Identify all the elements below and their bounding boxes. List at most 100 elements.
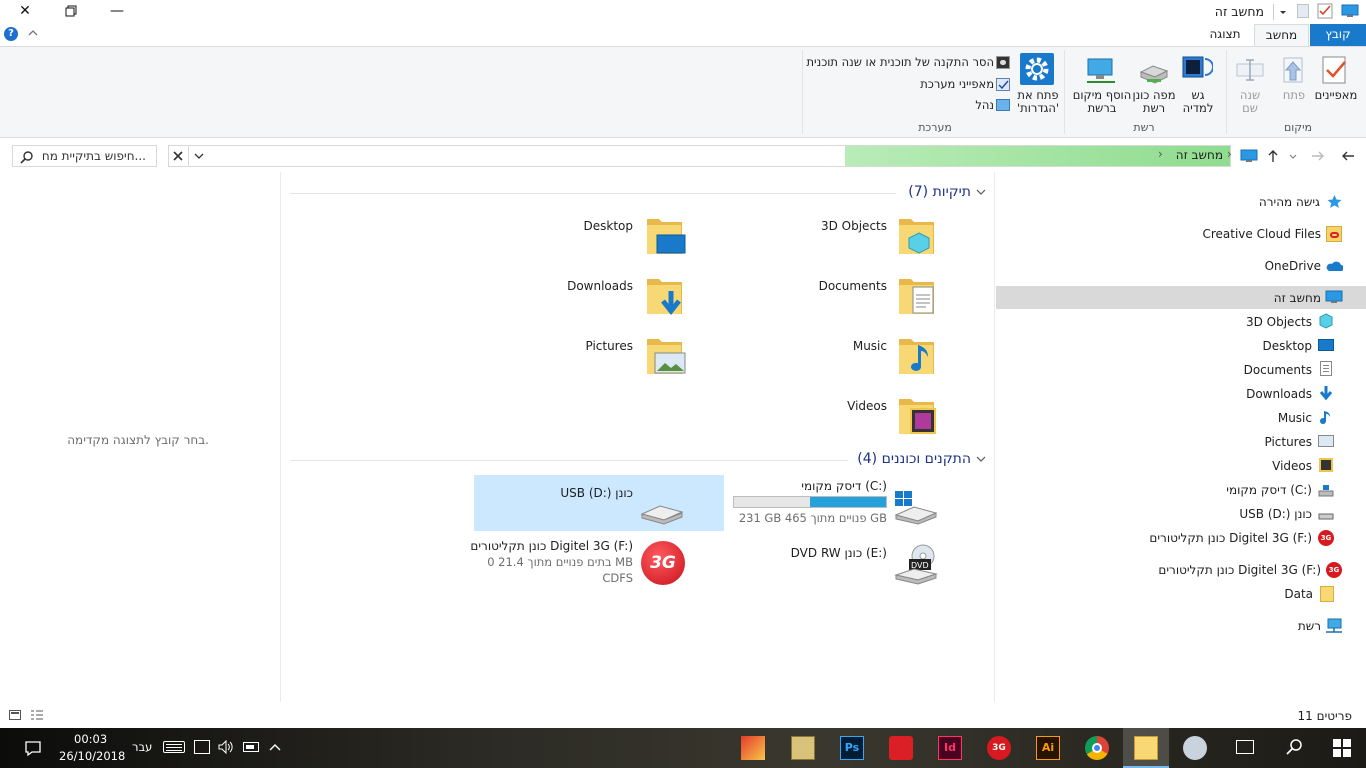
tab-file[interactable]: קובץ — [1310, 24, 1366, 46]
app-icon[interactable] — [1183, 736, 1207, 760]
nav-pictures[interactable]: Pictures — [1264, 435, 1312, 449]
breadcrumb-chevron-icon[interactable]: › — [1227, 147, 1232, 161]
network-group-label: רשת — [1133, 121, 1155, 134]
folder-music[interactable]: Music — [853, 339, 887, 353]
language-indicator[interactable]: עבר — [132, 740, 152, 754]
chrome-icon[interactable] — [1085, 736, 1109, 760]
manage-button[interactable]: נהל — [975, 98, 994, 112]
folder-pictures[interactable]: Pictures — [585, 339, 633, 353]
nav-this-pc[interactable]: מחשב זה — [1274, 291, 1321, 305]
folder-documents[interactable]: Documents — [819, 279, 887, 293]
clock-time[interactable]: 00:03 — [74, 732, 107, 746]
nav-drive-f-root[interactable]: כונן תקליטורים Digitel 3G (F:) — [1158, 563, 1321, 577]
volume-icon[interactable] — [218, 739, 234, 757]
battery-icon[interactable] — [243, 742, 259, 752]
nav-drive-d[interactable]: USB (D:) כונן — [1239, 507, 1312, 521]
nav-creative-cloud[interactable]: Creative Cloud Files — [1202, 227, 1321, 241]
task-view-icon[interactable] — [1236, 740, 1254, 754]
documents-folder-icon — [899, 279, 934, 314]
clock-date[interactable]: 26/10/2018 — [59, 749, 125, 763]
back-arrow-icon[interactable] — [1340, 148, 1356, 164]
drive-d-name[interactable]: USB (D:) כונן — [560, 486, 633, 500]
collapse-ribbon-icon[interactable] — [26, 26, 40, 40]
app-icon[interactable] — [741, 736, 765, 760]
forward-arrow-icon[interactable] — [1310, 148, 1326, 164]
tab-computer[interactable]: מחשב — [1254, 24, 1309, 46]
collapse-chevron-icon[interactable] — [975, 186, 987, 198]
system-properties-button[interactable]: מאפייני מערכת — [920, 77, 994, 91]
map-drive-line2[interactable]: רשת — [1130, 102, 1178, 115]
minimize-button[interactable]: — — [94, 0, 140, 24]
recent-dropdown-icon[interactable] — [1288, 150, 1298, 162]
add-network-location-icon[interactable] — [1085, 56, 1117, 89]
new-folder-icon[interactable] — [1297, 4, 1309, 18]
folders-header[interactable]: תיקיות (7) — [908, 184, 971, 200]
app-icon[interactable] — [791, 736, 815, 760]
properties-qat-icon[interactable] — [1317, 3, 1333, 22]
properties-button[interactable]: מאפיינים — [1310, 89, 1362, 102]
folder-desktop[interactable]: Desktop — [584, 219, 634, 233]
nav-drive-c[interactable]: דיסק מקומי (C:) — [1226, 483, 1312, 497]
add-network-location-line2[interactable]: ברשת — [1072, 102, 1132, 115]
downloads-folder-icon — [647, 279, 682, 316]
properties-icon[interactable] — [1319, 54, 1351, 89]
drive-e-name[interactable]: DVD RW כונן (E:) — [791, 546, 887, 560]
illustrator-icon[interactable]: Ai — [1036, 736, 1060, 760]
breadcrumb-chevron-icon[interactable]: › — [1158, 147, 1163, 161]
nav-data[interactable]: Data — [1284, 587, 1313, 601]
open-settings-line2[interactable]: 'הגדרות' — [1014, 102, 1062, 115]
nav-desktop[interactable]: Desktop — [1263, 339, 1313, 353]
settings-gear-icon[interactable] — [1020, 53, 1054, 85]
close-button[interactable]: ✕ — [2, 0, 48, 24]
search-taskbar-icon[interactable] — [1285, 738, 1303, 759]
up-arrow-icon[interactable] — [1265, 148, 1281, 164]
details-view-icon[interactable] — [9, 710, 21, 720]
rename-icon[interactable] — [1234, 54, 1266, 89]
collapse-chevron-icon[interactable] — [975, 453, 987, 465]
drive-f-name[interactable]: כונן תקליטורים Digitel 3G (F:) — [470, 539, 633, 553]
nav-onedrive[interactable]: OneDrive — [1265, 259, 1321, 273]
action-center-icon[interactable] — [24, 739, 42, 760]
nav-network[interactable]: רשת — [1298, 619, 1321, 633]
address-bar[interactable] — [188, 145, 1258, 167]
nav-documents[interactable]: Documents — [1244, 363, 1312, 377]
map-drive-icon[interactable] — [1138, 60, 1170, 89]
network-tray-icon[interactable] — [194, 740, 210, 754]
3g-app-icon[interactable]: 3G — [987, 736, 1011, 760]
creative-cloud-app-icon[interactable] — [889, 736, 913, 760]
search-box[interactable]: חיפוש בתיקיית מח... — [12, 145, 157, 167]
nav-quick-access[interactable]: גישה מהירה — [1259, 195, 1320, 209]
drive-c-name[interactable]: דיסק מקומי (C:) — [801, 479, 887, 493]
nav-videos[interactable]: Videos — [1272, 459, 1312, 473]
nav-3d-objects[interactable]: 3D Objects — [1246, 315, 1312, 329]
qat-dropdown-icon[interactable] — [1273, 4, 1289, 20]
folder-downloads[interactable]: Downloads — [567, 279, 633, 293]
maximize-button[interactable] — [48, 0, 94, 24]
access-media-line2[interactable]: למדיה — [1180, 102, 1216, 115]
show-hidden-icons-icon[interactable] — [268, 740, 282, 757]
address-path[interactable]: מחשב זה — [1176, 148, 1223, 162]
documents-icon — [1320, 361, 1332, 376]
indesign-icon[interactable]: Id — [938, 736, 962, 760]
large-icons-view-icon[interactable] — [30, 709, 44, 721]
folder-3d-objects[interactable]: 3D Objects — [821, 219, 887, 233]
clear-address-button[interactable] — [168, 145, 188, 167]
drive-d-tile[interactable] — [474, 475, 724, 531]
uninstall-program-button[interactable]: הסר התקנה של תוכנית או שנה תוכנית — [806, 55, 994, 69]
nav-drive-f[interactable]: כונן תקליטורים Digitel 3G (F:) — [1149, 531, 1312, 545]
start-windows-icon[interactable] — [1333, 739, 1351, 760]
address-dropdown-icon[interactable] — [192, 149, 206, 163]
drive-c-usage-bar — [733, 496, 887, 508]
media-icon[interactable] — [1181, 53, 1214, 88]
photoshop-icon[interactable]: Ps — [840, 736, 864, 760]
nav-downloads[interactable]: Downloads — [1246, 387, 1312, 401]
devices-header[interactable]: התקנים וכוננים (4) — [857, 451, 971, 467]
tab-view[interactable]: תצוגה — [1200, 24, 1250, 46]
keyboard-icon[interactable] — [163, 741, 185, 753]
rename-button-line2[interactable]: שם — [1232, 102, 1268, 115]
open-button[interactable]: פתח — [1276, 89, 1312, 102]
nav-music[interactable]: Music — [1278, 411, 1312, 425]
open-icon[interactable] — [1278, 54, 1310, 89]
folder-videos[interactable]: Videos — [847, 399, 887, 413]
help-icon[interactable]: ? — [4, 27, 18, 41]
